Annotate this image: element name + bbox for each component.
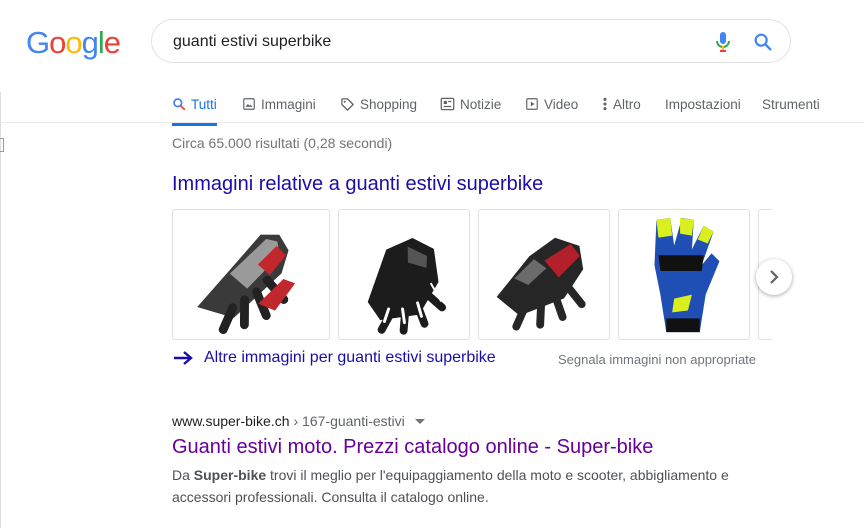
search-icon[interactable] <box>752 31 774 53</box>
google-logo[interactable]: Google <box>26 25 121 61</box>
glove-red-grey-image <box>197 234 296 335</box>
logo-letter: g <box>81 25 99 60</box>
tab-label: Shopping <box>360 96 418 112</box>
glove-blue-yellow-image <box>654 217 720 333</box>
image-thumbnail[interactable] <box>618 209 750 340</box>
more-images-label[interactable]: Altre immagini per guanti estivi superbi… <box>204 349 496 367</box>
search-input[interactable]: guanti estivi superbike <box>173 33 331 51</box>
chevron-down-icon[interactable] <box>414 418 425 424</box>
tab-impostazioni[interactable]: Impostazioni <box>665 90 741 118</box>
result-stats: Circa 65.000 risultati (0,28 secondi) <box>172 135 393 151</box>
result-path: › 167-guanti-estivi <box>293 413 405 429</box>
tab-label: Impostazioni <box>665 96 741 112</box>
tab-shopping[interactable]: Shopping <box>340 90 417 118</box>
image-thumbnail[interactable] <box>172 209 330 340</box>
tab-label: Immagini <box>261 96 316 112</box>
report-images-link[interactable]: Segnala immagini non appropriate <box>558 352 756 367</box>
tab-tutti[interactable]: Tutti <box>172 90 217 126</box>
logo-letter: o <box>49 25 66 60</box>
tab-label: Tutti <box>191 96 217 112</box>
tab-video[interactable]: Video <box>525 90 578 118</box>
tab-label: Notizie <box>460 96 502 112</box>
tab-label: Altro <box>613 96 641 112</box>
logo-letter: G <box>26 25 50 60</box>
microphone-icon[interactable] <box>713 31 733 53</box>
result-title[interactable]: Guanti estivi moto. Prezzi catalogo onli… <box>172 436 653 459</box>
window-left-edge <box>0 92 5 528</box>
glove-black-red-image <box>496 237 586 331</box>
arrow-right-icon <box>174 351 193 365</box>
next-images-button[interactable] <box>756 259 792 295</box>
tab-strumenti[interactable]: Strumenti <box>762 90 820 118</box>
chevron-right-icon <box>770 270 779 284</box>
image-icon <box>243 98 255 110</box>
search-icon <box>173 98 186 111</box>
image-thumbnail[interactable] <box>478 209 610 340</box>
more-vert-icon <box>603 97 607 111</box>
tab-label: Strumenti <box>762 96 820 112</box>
tab-altro[interactable]: Altro <box>602 90 641 118</box>
search-tabs: Tutti Immagini Shopping Notizie Video Al… <box>0 84 864 126</box>
window-edge-marker <box>0 138 4 152</box>
more-images-link[interactable]: Altre immagini per guanti estivi superbi… <box>172 349 496 367</box>
result-cite[interactable]: www.super-bike.ch › 167-guanti-estivi <box>172 413 425 429</box>
tab-immagini[interactable]: Immagini <box>242 90 316 118</box>
snippet-prefix: Da <box>172 467 194 483</box>
images-section-heading[interactable]: Immagini relative a guanti estivi superb… <box>172 173 543 196</box>
tag-icon <box>341 97 354 111</box>
logo-letter: e <box>103 25 121 60</box>
tab-notizie[interactable]: Notizie <box>440 90 501 118</box>
news-icon <box>440 97 455 111</box>
snippet-bold: Super-bike <box>193 467 267 483</box>
result-snippet: Da Super-bike trovi il meglio per l'equi… <box>172 464 772 508</box>
logo-letter: o <box>65 25 82 60</box>
result-domain: www.super-bike.ch <box>172 413 290 429</box>
glove-black-white-image <box>367 237 447 335</box>
image-thumbnail[interactable] <box>338 209 470 340</box>
search-box[interactable]: guanti estivi superbike <box>151 19 791 63</box>
tab-label: Video <box>544 96 579 112</box>
play-icon <box>526 98 538 110</box>
